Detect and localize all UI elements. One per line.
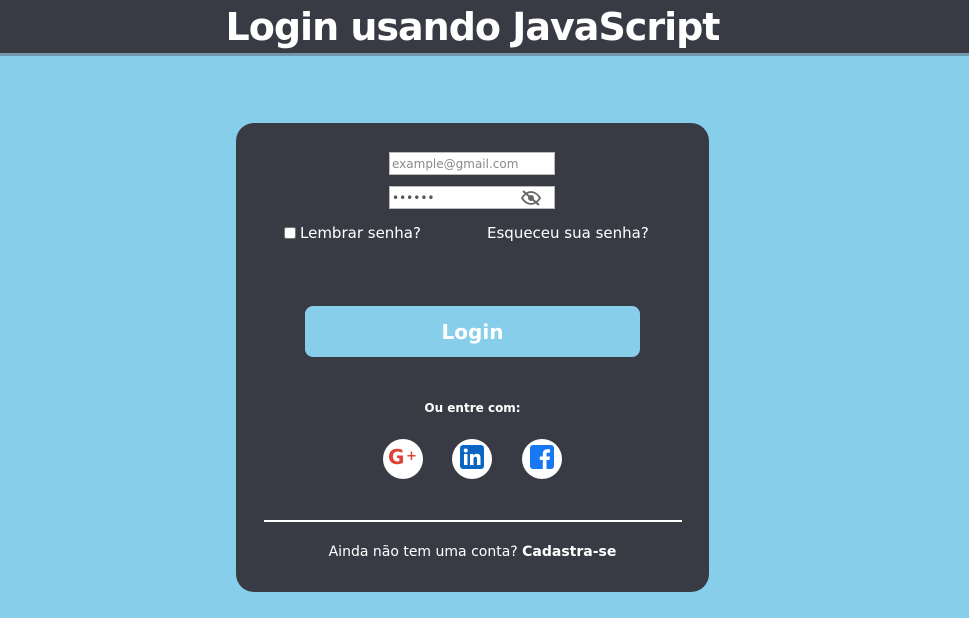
signup-row: Ainda não tem uma conta? Cadastra-se [236,544,709,560]
email-field[interactable] [390,153,554,175]
signup-prompt: Ainda não tem uma conta? [328,544,518,560]
eye-slash-icon[interactable] [520,189,542,207]
login-card: Lembrar senha? Esqueceu sua senha? Login… [236,123,709,592]
email-field-wrapper [389,152,555,175]
remember-password[interactable]: Lembrar senha? [284,224,421,242]
remember-label: Lembrar senha? [300,224,421,242]
linkedin-button[interactable] [452,439,492,479]
signup-link[interactable]: Cadastra-se [522,544,616,560]
google-plus-button[interactable]: G + [383,439,423,479]
login-button[interactable]: Login [305,306,640,357]
password-field[interactable] [390,187,515,209]
svg-text:+: + [406,449,417,464]
divider [264,520,682,522]
facebook-icon [530,445,554,473]
facebook-button[interactable] [522,439,562,479]
remember-checkbox[interactable] [284,227,296,239]
svg-text:G: G [388,446,404,468]
page-title: Login usando JavaScript [225,5,721,49]
linkedin-icon [460,445,484,473]
top-header: Login usando JavaScript [0,0,969,56]
google-plus-icon: G + [387,445,419,472]
or-login-with-label: Ou entre com: [424,401,521,415]
password-field-wrapper [389,186,555,209]
forgot-password-link[interactable]: Esqueceu sua senha? [487,224,649,242]
